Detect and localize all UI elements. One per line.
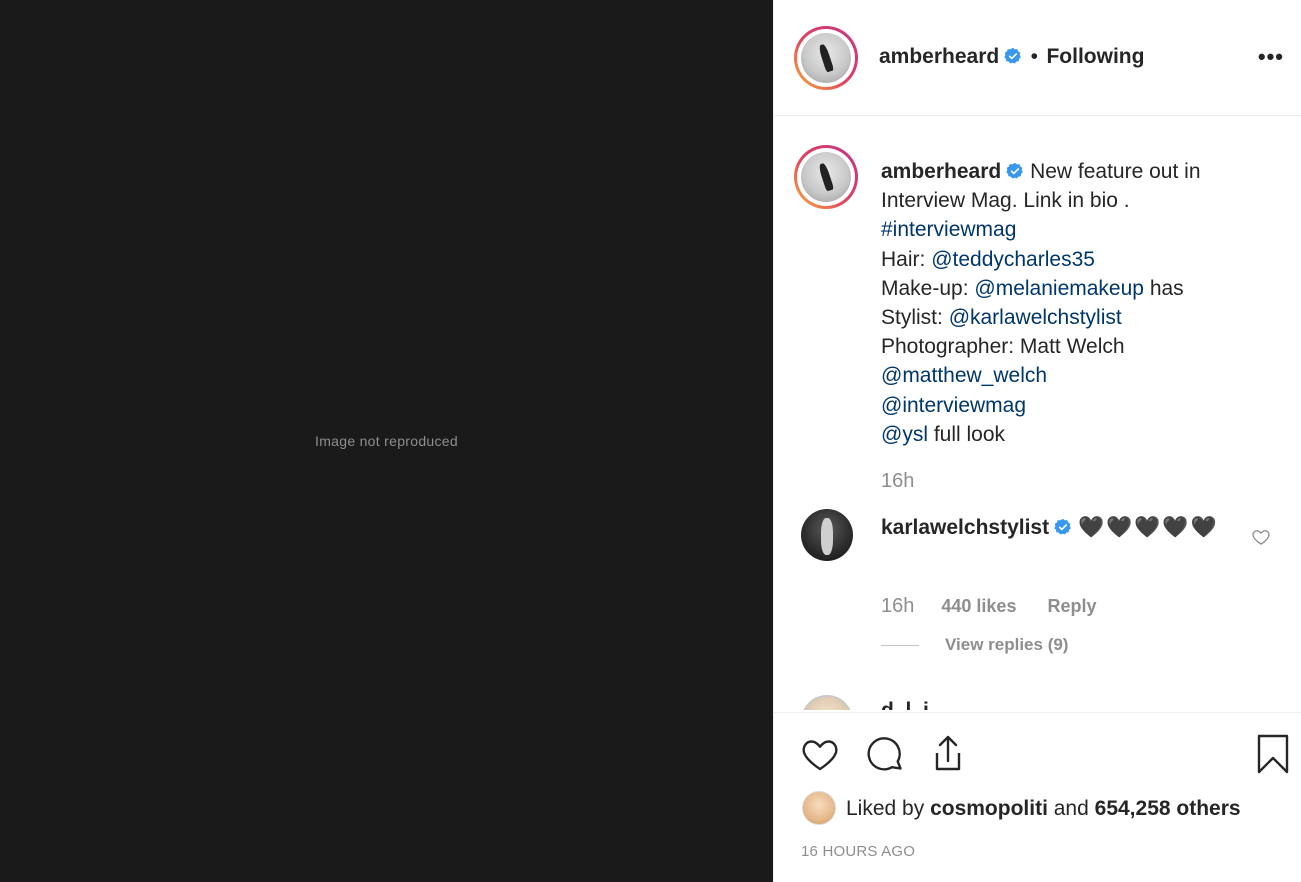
caption-timestamp[interactable]: 16h [881, 470, 914, 493]
post-image-placeholder: Image not reproduced [0, 0, 773, 882]
profile-avatar[interactable] [794, 26, 858, 90]
caption-avatar[interactable] [794, 145, 858, 209]
magazine-mention-link[interactable]: @interviewmag [881, 394, 1026, 417]
photographer-mention-link[interactable]: @matthew_welch [881, 364, 1047, 387]
comment-text: 🖤🖤🖤🖤🖤 [1077, 516, 1219, 539]
share-upload-icon[interactable] [928, 733, 968, 775]
liked-user-link[interactable]: cosmopoliti [930, 797, 1048, 820]
hair-mention-link[interactable]: @teddycharles35 [931, 248, 1095, 271]
comments-section[interactable]: amberheard New feature out in Interview … [774, 117, 1301, 710]
post-caption: amberheard New feature out in Interview … [881, 157, 1271, 449]
comment-bubble-icon[interactable] [866, 735, 906, 775]
commenter-username[interactable]: karlawelchstylist [881, 516, 1049, 539]
verified-badge-icon [1004, 47, 1022, 64]
stylist-label: Stylist: [881, 306, 943, 330]
comment-meta: 16h 440 likes Reply [881, 595, 1097, 618]
like-heart-icon[interactable] [800, 735, 840, 775]
post-side-panel: amberheard • Following ••• amberheard Ne… [773, 0, 1301, 882]
liked-and: and [1053, 797, 1089, 820]
post-timestamp[interactable]: 16 HOURS AGO [801, 843, 915, 860]
view-replies-button[interactable]: View replies (9) [881, 635, 1068, 655]
comment-body: karlawelchstylist 🖤🖤🖤🖤🖤 [881, 513, 1231, 543]
hair-label: Hair: [881, 247, 926, 271]
following-button[interactable]: Following [1046, 45, 1144, 68]
next-commenter-avatar[interactable] [801, 695, 853, 710]
hashtag-link[interactable]: #interviewmag [881, 218, 1016, 241]
header-user-line: amberheard • Following [879, 45, 1144, 69]
comment-likes-count[interactable]: 440 likes [941, 596, 1016, 616]
reply-button[interactable]: Reply [1047, 596, 1096, 616]
ysl-suffix: full look [933, 422, 1006, 446]
makeup-mention-link[interactable]: @melaniemakeup [974, 277, 1144, 300]
image-placeholder-note: Image not reproduced [315, 433, 458, 449]
photographer-credit: Photographer: Matt Welch [881, 335, 1125, 359]
verified-badge-icon [1054, 518, 1071, 535]
commenter-avatar[interactable] [801, 509, 853, 561]
makeup-label: Make-up: [881, 276, 969, 300]
liked-others-link[interactable]: 654,258 others [1095, 797, 1241, 820]
separator-dot: • [1030, 45, 1039, 68]
liked-by-avatar[interactable] [802, 791, 836, 825]
comment-timestamp[interactable]: 16h [881, 595, 914, 617]
liked-by-line: Liked by cosmopoliti and 654,258 others [846, 797, 1241, 821]
next-comment-partial: d..l..i [881, 699, 929, 710]
more-options-icon[interactable]: ••• [1258, 44, 1284, 70]
verified-badge-icon [1006, 162, 1024, 179]
header-username[interactable]: amberheard [879, 45, 999, 68]
avatar-image [801, 152, 851, 202]
ysl-mention-link[interactable]: @ysl [881, 423, 928, 446]
liked-prefix: Liked by [846, 797, 925, 820]
post-actions: Liked by cosmopoliti and 654,258 others … [774, 712, 1301, 882]
caption-username[interactable]: amberheard [881, 160, 1001, 183]
comment-like-heart-icon[interactable] [1251, 527, 1271, 547]
post-header: amberheard • Following ••• [774, 0, 1301, 116]
view-replies-label: View replies (9) [945, 635, 1069, 654]
save-bookmark-icon[interactable] [1256, 733, 1290, 775]
makeup-suffix: has [1149, 276, 1184, 300]
replies-divider-line [881, 645, 919, 647]
stylist-mention-link[interactable]: @karlawelchstylist [949, 306, 1122, 329]
avatar-image [801, 33, 851, 83]
